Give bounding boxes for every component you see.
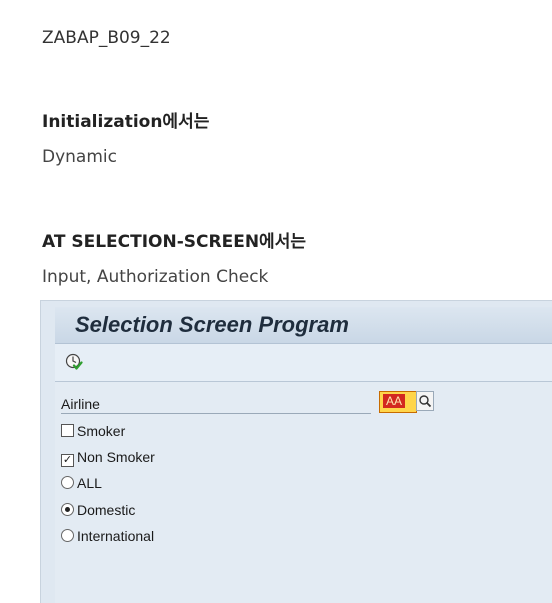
radio-international[interactable]: International [61, 528, 154, 544]
execute-icon[interactable] [65, 353, 83, 371]
program-name: ZABAP_B09_22 [42, 28, 171, 48]
non-smoker-label: Non Smoker [77, 449, 155, 465]
radio-all-label: ALL [77, 475, 102, 491]
radio-domestic[interactable]: Domestic [61, 502, 135, 518]
search-help-icon[interactable] [416, 391, 434, 411]
radio-button-unselected[interactable] [61, 529, 74, 542]
smoker-checkbox[interactable]: Smoker [61, 423, 125, 439]
sap-selection-area: Airline AA Smoker ✓ Non Smoker ALL Domest… [55, 382, 552, 603]
radio-button-unselected[interactable] [61, 476, 74, 489]
initialization-text: Dynamic [42, 147, 117, 167]
airline-input[interactable]: AA [379, 391, 417, 413]
at-selection-text: Input, Authorization Check [42, 267, 269, 287]
sap-window: Selection Screen Program Airline AA Smok… [55, 307, 552, 603]
airline-label: Airline [61, 396, 371, 414]
radio-button-selected[interactable] [61, 503, 74, 516]
sap-application-toolbar [55, 344, 552, 382]
non-smoker-checkbox[interactable]: ✓ Non Smoker [61, 449, 155, 467]
sap-screenshot: Selection Screen Program Airline AA Smok… [40, 300, 552, 603]
radio-all[interactable]: ALL [61, 475, 102, 491]
radio-international-label: International [77, 528, 155, 544]
checkbox-checked[interactable]: ✓ [61, 454, 74, 467]
initialization-heading: Initialization에서는 [42, 112, 210, 132]
sap-title: Selection Screen Program [75, 312, 349, 337]
checkbox-unchecked[interactable] [61, 424, 74, 437]
airline-input-value: AA [383, 394, 405, 408]
at-selection-heading: AT SELECTION-SCREEN에서는 [42, 232, 306, 252]
radio-domestic-label: Domestic [77, 502, 136, 518]
smoker-label: Smoker [77, 423, 126, 439]
sap-title-bar: Selection Screen Program [55, 307, 552, 344]
